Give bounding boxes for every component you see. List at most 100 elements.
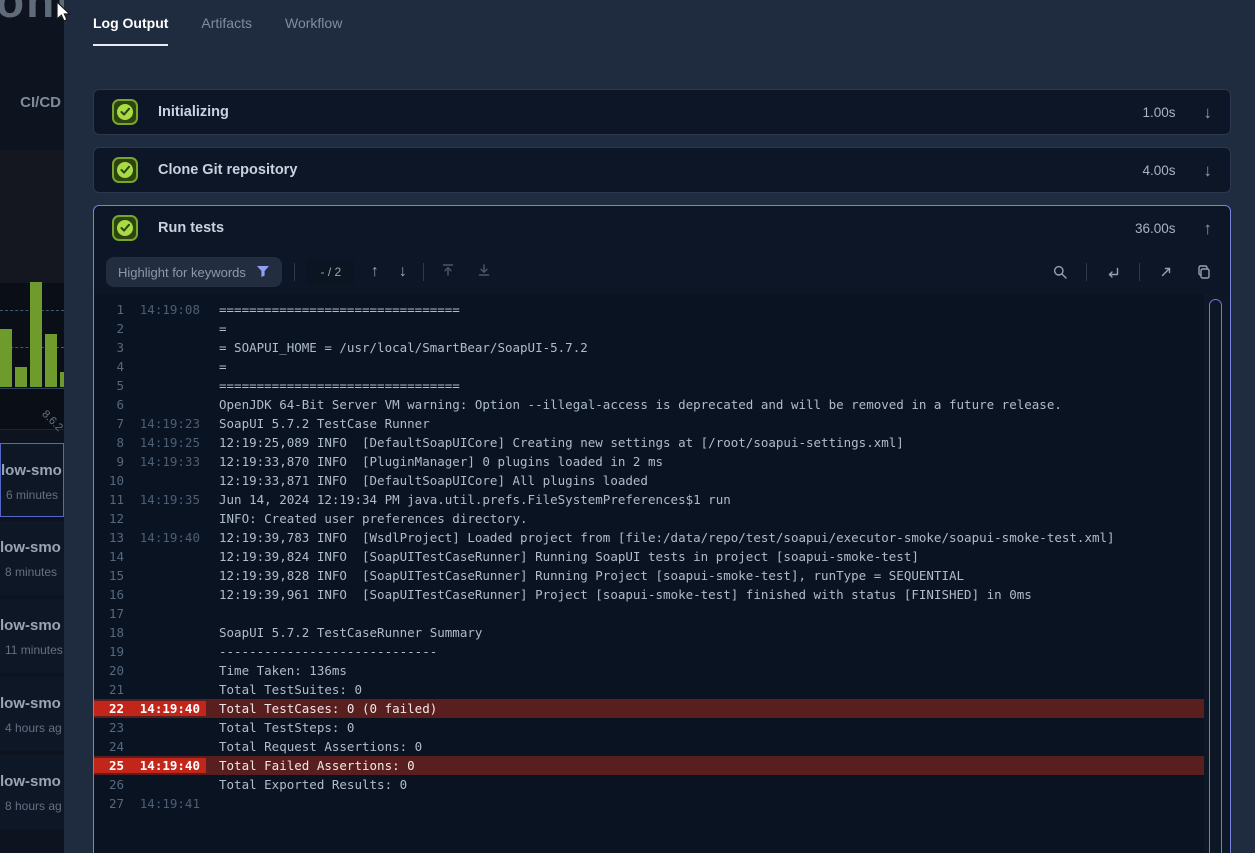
build-list-item[interactable]: low-smo 4 hours ag bbox=[0, 677, 64, 751]
build-list-item[interactable]: low-smo 8 hours ag bbox=[0, 755, 64, 829]
log-line: 20Time Taken: 136ms bbox=[94, 661, 1204, 680]
prev-match-button[interactable]: ↑ bbox=[367, 261, 383, 283]
wrap-lines-button[interactable] bbox=[1101, 262, 1125, 282]
log-line: 4= bbox=[94, 357, 1204, 376]
wrap-return-icon bbox=[1105, 264, 1121, 280]
tab-workflow[interactable]: Workflow bbox=[285, 15, 342, 46]
log-line: 1612:19:39,961 INFO [SoapUITestCaseRunne… bbox=[94, 585, 1204, 604]
log-line: 2714:19:41 bbox=[94, 794, 1204, 813]
skip-to-top-icon bbox=[440, 262, 456, 278]
step-title: Initializing bbox=[158, 104, 1142, 120]
log-toolbar: Highlight for keywords - / 2 ↑ ↓ bbox=[94, 250, 1230, 294]
success-check-icon bbox=[112, 215, 138, 241]
mouse-cursor bbox=[50, 0, 72, 24]
chart-bar bbox=[0, 329, 12, 387]
build-title: low-smo bbox=[0, 617, 61, 634]
search-icon bbox=[1052, 264, 1068, 280]
scrollbar-track[interactable] bbox=[1204, 294, 1230, 853]
copy-icon bbox=[1196, 264, 1212, 280]
log-line: 12INFO: Created user preferences directo… bbox=[94, 509, 1204, 528]
log-line: 1012:19:33,871 INFO [DefaultSoapUICore] … bbox=[94, 471, 1204, 490]
step-duration: 1.00s bbox=[1142, 105, 1175, 120]
build-title: low-smo bbox=[0, 539, 61, 556]
chart-bar bbox=[60, 372, 64, 387]
toolbar-divider bbox=[423, 263, 424, 281]
build-history-chart: 8.6.2 bbox=[0, 283, 64, 430]
keyword-highlight-input[interactable]: Highlight for keywords bbox=[106, 257, 282, 287]
log-line: 714:19:23SoapUI 5.7.2 TestCase Runner bbox=[94, 414, 1204, 433]
build-title: low-smo bbox=[0, 773, 61, 790]
step-header[interactable]: Clone Git repository 4.00s ↓ bbox=[94, 148, 1230, 192]
chevron-down-icon[interactable]: ↓ bbox=[1204, 162, 1213, 179]
log-toolbar-right bbox=[1048, 262, 1216, 282]
step-duration: 36.00s bbox=[1135, 221, 1176, 236]
tab-artifacts[interactable]: Artifacts bbox=[201, 15, 252, 46]
log-line: 6OpenJDK 64-Bit Server VM warning: Optio… bbox=[94, 395, 1204, 414]
chart-bar bbox=[45, 334, 57, 387]
success-check-icon bbox=[112, 99, 138, 125]
expand-fullscreen-button[interactable] bbox=[1154, 262, 1178, 282]
log-line: 26Total Exported Results: 0 bbox=[94, 775, 1204, 794]
step-card-clone-git: Clone Git repository 4.00s ↓ bbox=[93, 147, 1231, 193]
chart-baseline bbox=[0, 388, 64, 389]
chevron-up-icon[interactable]: ↑ bbox=[1204, 220, 1213, 237]
chevron-down-icon[interactable]: ↓ bbox=[1204, 104, 1213, 121]
log-line: 23Total TestSteps: 0 bbox=[94, 718, 1204, 737]
log-line: 1512:19:39,828 INFO [SoapUITestCaseRunne… bbox=[94, 566, 1204, 585]
build-list-item[interactable]: low-smo 6 minutes bbox=[0, 443, 64, 517]
step-title: Run tests bbox=[158, 220, 1135, 236]
step-card-initializing: Initializing 1.00s ↓ bbox=[93, 89, 1231, 135]
main-content: Log Output Artifacts Workflow Initializi… bbox=[64, 0, 1255, 853]
log-line: 19----------------------------- bbox=[94, 642, 1204, 661]
tab-bar: Log Output Artifacts Workflow bbox=[93, 0, 1255, 46]
toolbar-divider bbox=[294, 263, 295, 281]
build-time: 8 hours ag bbox=[5, 799, 62, 813]
toolbar-divider bbox=[1139, 263, 1140, 281]
build-list-item[interactable]: low-smo 11 minutes bbox=[0, 599, 64, 673]
build-title: low-smo bbox=[1, 462, 62, 479]
filter-funnel-icon[interactable] bbox=[256, 265, 270, 279]
rail-panel bbox=[0, 150, 64, 283]
chart-bar bbox=[15, 367, 27, 387]
log-line: 2= bbox=[94, 319, 1204, 338]
search-button[interactable] bbox=[1048, 262, 1072, 282]
build-time: 11 minutes bbox=[5, 643, 63, 657]
copy-log-button[interactable] bbox=[1192, 262, 1216, 282]
build-list-item[interactable]: low-smo 8 minutes bbox=[0, 521, 64, 595]
log-line: 914:19:3312:19:33,870 INFO [PluginManage… bbox=[94, 452, 1204, 471]
toolbar-divider bbox=[1086, 263, 1087, 281]
match-counter: - / 2 bbox=[307, 259, 355, 285]
log-line-error: 2514:19:40Total Failed Assertions: 0 bbox=[94, 756, 1204, 775]
build-title: low-smo bbox=[0, 695, 61, 712]
scrollbar-thumb[interactable] bbox=[1209, 299, 1222, 853]
chart-tick-label: 8.6.2 bbox=[39, 408, 64, 434]
log-line: 1114:19:35Jun 14, 2024 12:19:34 PM java.… bbox=[94, 490, 1204, 509]
log-line: 814:19:2512:19:25,089 INFO [DefaultSoapU… bbox=[94, 433, 1204, 452]
step-card-run-tests: Run tests 36.00s ↑ Highlight for keyword… bbox=[93, 205, 1231, 853]
step-header[interactable]: Initializing 1.00s ↓ bbox=[94, 90, 1230, 134]
scroll-to-top-button[interactable] bbox=[436, 260, 460, 285]
step-title: Clone Git repository bbox=[158, 162, 1142, 178]
log-line: 1412:19:39,824 INFO [SoapUITestCaseRunne… bbox=[94, 547, 1204, 566]
log-line: 17 bbox=[94, 604, 1204, 623]
build-time: 8 minutes bbox=[5, 565, 57, 579]
step-duration: 4.00s bbox=[1142, 163, 1175, 178]
log-line: 18SoapUI 5.7.2 TestCaseRunner Summary bbox=[94, 623, 1204, 642]
chart-bar bbox=[30, 282, 42, 387]
tab-log-output[interactable]: Log Output bbox=[93, 15, 168, 46]
step-header[interactable]: Run tests 36.00s ↑ bbox=[94, 206, 1230, 250]
expand-diagonal-icon bbox=[1158, 264, 1174, 280]
log-line: 114:19:08===============================… bbox=[94, 300, 1204, 319]
log-line: 1314:19:4012:19:39,783 INFO [WsdlProject… bbox=[94, 528, 1204, 547]
next-match-button[interactable]: ↓ bbox=[395, 261, 411, 283]
success-check-icon bbox=[112, 157, 138, 183]
log-line: 21Total TestSuites: 0 bbox=[94, 680, 1204, 699]
build-time: 6 minutes bbox=[6, 488, 58, 502]
log-console: 114:19:08===============================… bbox=[94, 294, 1230, 853]
log-line: 24Total Request Assertions: 0 bbox=[94, 737, 1204, 756]
scroll-to-bottom-button[interactable] bbox=[472, 260, 496, 285]
skip-to-bottom-icon bbox=[476, 262, 492, 278]
log-line: 5================================ bbox=[94, 376, 1204, 395]
build-time: 4 hours ag bbox=[5, 721, 62, 735]
log-line: 3= SOAPUI_HOME = /usr/local/SmartBear/So… bbox=[94, 338, 1204, 357]
